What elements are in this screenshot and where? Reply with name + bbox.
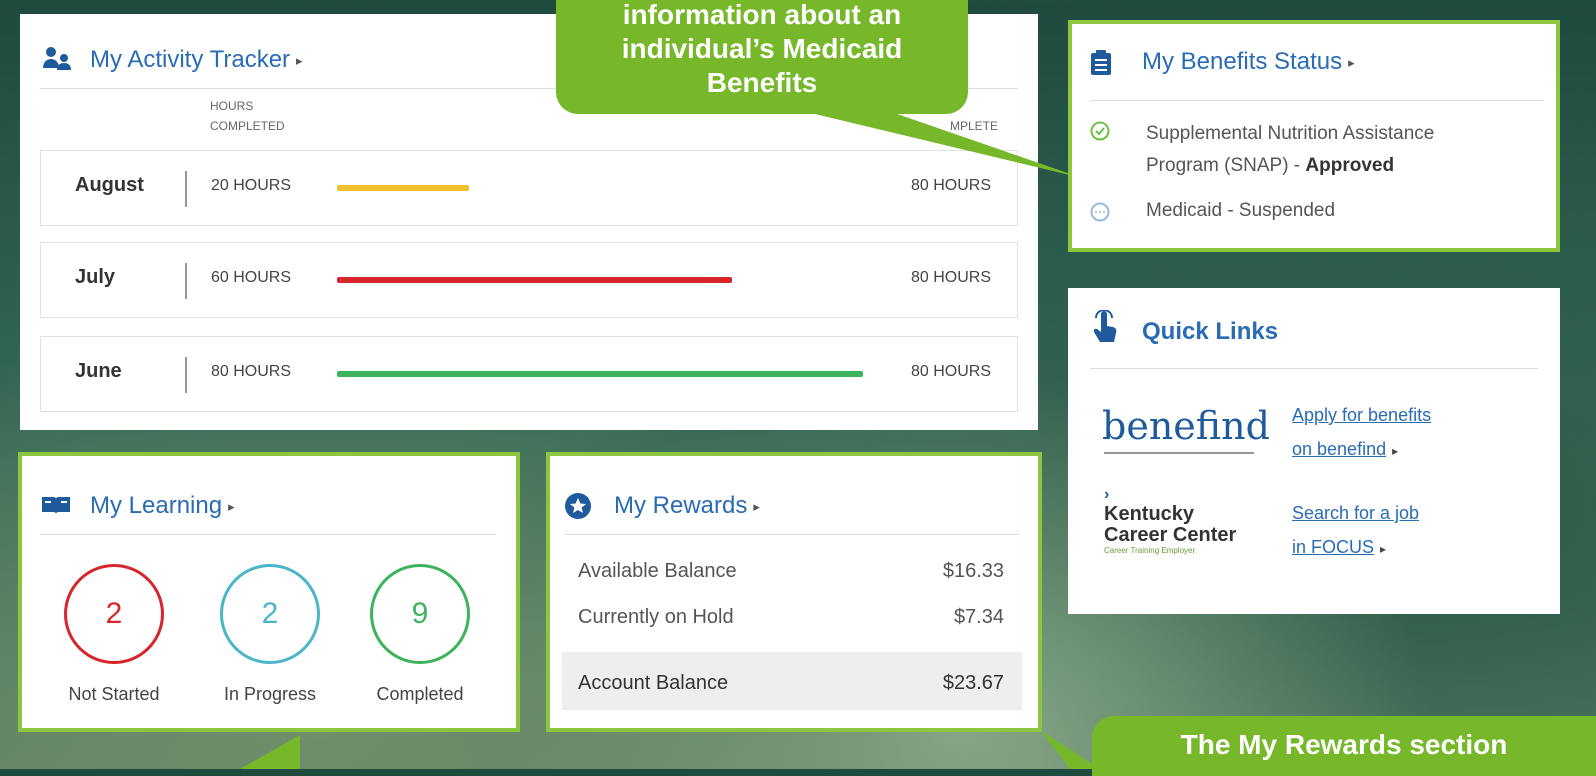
account-balance-label: Account Balance [578, 672, 729, 694]
benefind-link-line2[interactable]: on benefind [1292, 439, 1386, 459]
kentucky-career-center-logo: › Kentucky Career Center Career Training… [1104, 486, 1236, 555]
benefind-link[interactable]: Apply for benefits on benefind ▸ [1292, 398, 1431, 468]
divider [1090, 368, 1538, 369]
benefind-logo-underline [1104, 452, 1254, 454]
chevron-right-icon: ▸ [1392, 444, 1399, 458]
my-learning-title[interactable]: My Learning ▸ [90, 492, 235, 520]
divider [1090, 100, 1544, 101]
available-balance-label: Available Balance [578, 560, 737, 582]
kcc-logo-line2: Career Center [1104, 524, 1237, 546]
chevron-right-icon: ▸ [228, 498, 235, 514]
book-icon [40, 494, 72, 521]
available-balance-value: $16.33 [942, 560, 1004, 582]
kcc-logo-tagline: Career Training Employer [1104, 546, 1196, 555]
completed-label: Completed [376, 684, 464, 704]
focus-link-line1[interactable]: Search for a job [1292, 496, 1419, 530]
hand-pointer-icon [1092, 309, 1118, 351]
snap-name-line2: Program (SNAP) [1146, 155, 1289, 176]
learning-title-text: My Learning [90, 492, 223, 519]
focus-job-link[interactable]: Search for a job in FOCUS ▸ [1292, 496, 1419, 566]
quick-links-title: Quick Links [1142, 318, 1279, 345]
callout-rewards-section: The My Rewards section [1092, 716, 1596, 776]
star-circle-icon [564, 492, 592, 525]
not-started-count: 2 [64, 564, 164, 664]
snap-status: Supplemental Nutrition Assistance Progra… [1146, 118, 1434, 182]
snap-dash: - [1288, 155, 1306, 176]
on-hold-value: $7.34 [953, 606, 1004, 628]
focus-link-line2[interactable]: in FOCUS [1292, 537, 1374, 557]
callout-rewards-text: The My Rewards section [1180, 729, 1508, 760]
account-balance-value: $23.67 [942, 672, 1004, 694]
rewards-title-text: My Rewards [614, 492, 748, 519]
divider [40, 534, 496, 535]
chevron-right-icon: ▸ [1380, 542, 1387, 556]
on-hold-label: Currently on Hold [578, 606, 734, 628]
snap-name-line1: Supplemental Nutrition Assistance [1146, 123, 1435, 144]
snap-status-value: Approved [1305, 155, 1395, 176]
not-started-label: Not Started [68, 684, 160, 704]
benefind-logo: benefind [1102, 404, 1270, 448]
benefits-title-text: My Benefits Status [1142, 48, 1343, 75]
check-circle-icon [1090, 121, 1110, 146]
chevron-right-icon: ▸ [1348, 54, 1355, 70]
completed-count: 9 [370, 564, 470, 664]
benefits-status-title[interactable]: My Benefits Status ▸ [1142, 48, 1355, 76]
medicaid-status: Medicaid - Suspended [1146, 200, 1336, 221]
quick-links-card: Quick Links benefind Apply for benefits … [1068, 288, 1560, 614]
kcc-logo-line1: Kentucky [1104, 503, 1195, 525]
chevron-right-icon: ▸ [753, 498, 760, 514]
kcc-chevron-icon: › [1104, 486, 1110, 503]
in-progress-label: In Progress [223, 684, 317, 704]
benefind-link-line1[interactable]: Apply for benefits [1292, 398, 1431, 432]
my-rewards-title[interactable]: My Rewards ▸ [614, 492, 760, 520]
divider [564, 534, 1020, 535]
clipboard-icon [1090, 50, 1112, 81]
in-progress-count: 2 [220, 564, 320, 664]
pending-circle-icon [1090, 202, 1110, 227]
